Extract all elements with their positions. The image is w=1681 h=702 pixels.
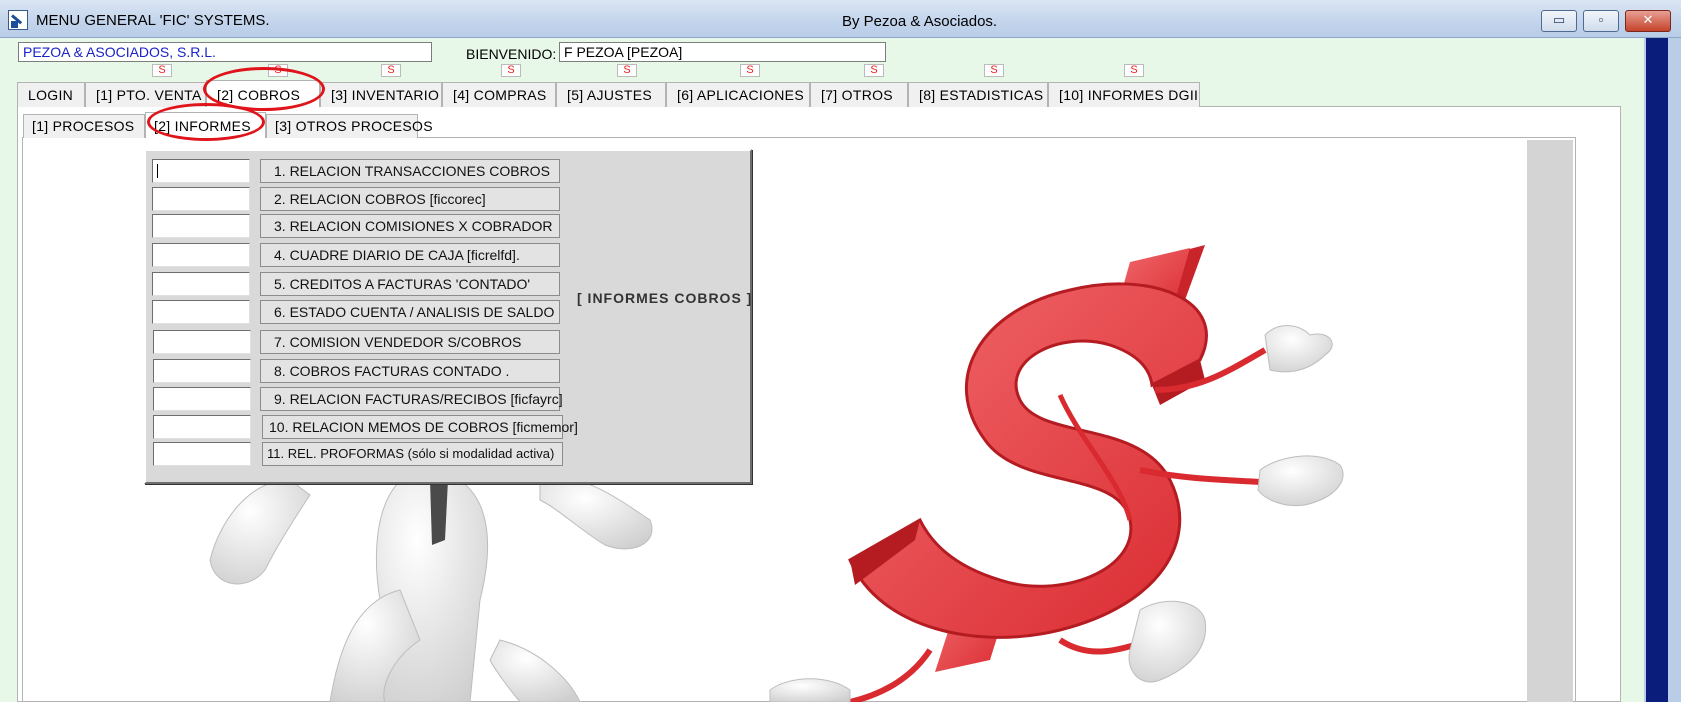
- report-code-input[interactable]: [153, 330, 251, 354]
- report-code-input[interactable]: [153, 442, 251, 466]
- report-code-input[interactable]: [152, 187, 250, 211]
- tab-estadisticas[interactable]: [8] ESTADISTICAS: [908, 82, 1048, 107]
- side-strip: [1527, 140, 1573, 702]
- app-icon[interactable]: [8, 10, 28, 30]
- welcome-label: BIENVENIDO:: [466, 46, 557, 62]
- tab-ajustes[interactable]: [5] AJUSTES: [556, 82, 666, 107]
- window-title: MENU GENERAL 'FIC' SYSTEMS.: [36, 12, 270, 29]
- shortcut-marker: S: [501, 64, 521, 77]
- tab-aplicaciones[interactable]: [6] APLICACIONES: [666, 82, 810, 107]
- report-button-11[interactable]: 11. REL. PROFORMAS (sólo si modalidad ac…: [262, 442, 563, 466]
- tab-informes-dgii[interactable]: [10] INFORMES DGII: [1048, 82, 1200, 107]
- shortcut-marker: S: [381, 64, 401, 77]
- subtab-procesos[interactable]: [1] PROCESOS: [23, 114, 145, 138]
- report-button-5[interactable]: 5. CREDITOS A FACTURAS 'CONTADO': [260, 272, 560, 296]
- shortcut-marker: S: [617, 64, 637, 77]
- annotation-ring-informes: [147, 103, 265, 141]
- report-code-input[interactable]: [152, 243, 250, 267]
- report-button-8[interactable]: 8. COBROS FACTURAS CONTADO .: [260, 359, 560, 383]
- report-button-6[interactable]: 6. ESTADO CUENTA / ANALISIS DE SALDO: [260, 300, 560, 324]
- maximize-button[interactable]: ▫: [1583, 10, 1619, 32]
- report-code-input[interactable]: [152, 159, 250, 183]
- minimize-button[interactable]: ▭: [1541, 10, 1577, 32]
- user-field: F PEZOA [PEZOA]: [559, 42, 886, 62]
- report-code-input[interactable]: [153, 387, 251, 411]
- menu-title: [ INFORMES COBROS ]: [577, 290, 753, 306]
- report-code-input[interactable]: [153, 415, 251, 439]
- close-button[interactable]: ✕: [1625, 10, 1671, 32]
- report-button-2[interactable]: 2. RELACION COBROS [ficcorec]: [260, 187, 560, 211]
- subtab-otros-procesos[interactable]: [3] OTROS PROCESOS: [266, 114, 433, 138]
- window-subtitle: By Pezoa & Asociados.: [842, 13, 998, 30]
- report-button-1[interactable]: 1. RELACION TRANSACCIONES COBROS: [260, 159, 560, 183]
- report-button-7[interactable]: 7. COMISION VENDEDOR S/COBROS: [260, 330, 560, 354]
- tab-inventario[interactable]: [3] INVENTARIO: [320, 82, 442, 107]
- report-code-input[interactable]: [153, 359, 251, 383]
- report-button-10[interactable]: 10. RELACION MEMOS DE COBROS [ficmemor]: [262, 415, 578, 439]
- tab-otros[interactable]: [7] OTROS: [810, 82, 908, 107]
- shortcut-marker: S: [864, 64, 884, 77]
- shortcut-marker: S: [152, 64, 172, 77]
- shortcut-marker: S: [984, 64, 1004, 77]
- title-bar: MENU GENERAL 'FIC' SYSTEMS. By Pezoa & A…: [0, 0, 1681, 38]
- shortcut-marker: S: [1124, 64, 1144, 77]
- scrollbar-track[interactable]: [1646, 38, 1668, 702]
- report-code-input[interactable]: [152, 214, 250, 238]
- report-button-3[interactable]: 3. RELACION COMISIONES X COBRADOR: [260, 214, 560, 238]
- report-button-9[interactable]: 9. RELACION FACTURAS/RECIBOS [ficfayrc]: [260, 387, 563, 411]
- tab-login[interactable]: LOGIN: [17, 82, 85, 107]
- shortcut-marker: S: [740, 64, 760, 77]
- tab-compras[interactable]: [4] COMPRAS: [442, 82, 556, 107]
- report-code-input[interactable]: [152, 272, 250, 296]
- report-button-4[interactable]: 4. CUADRE DIARIO DE CAJA [ficrelfd].: [260, 243, 560, 267]
- report-code-input[interactable]: [152, 300, 250, 324]
- company-field: PEZOA & ASOCIADOS, S.R.L.: [18, 42, 432, 62]
